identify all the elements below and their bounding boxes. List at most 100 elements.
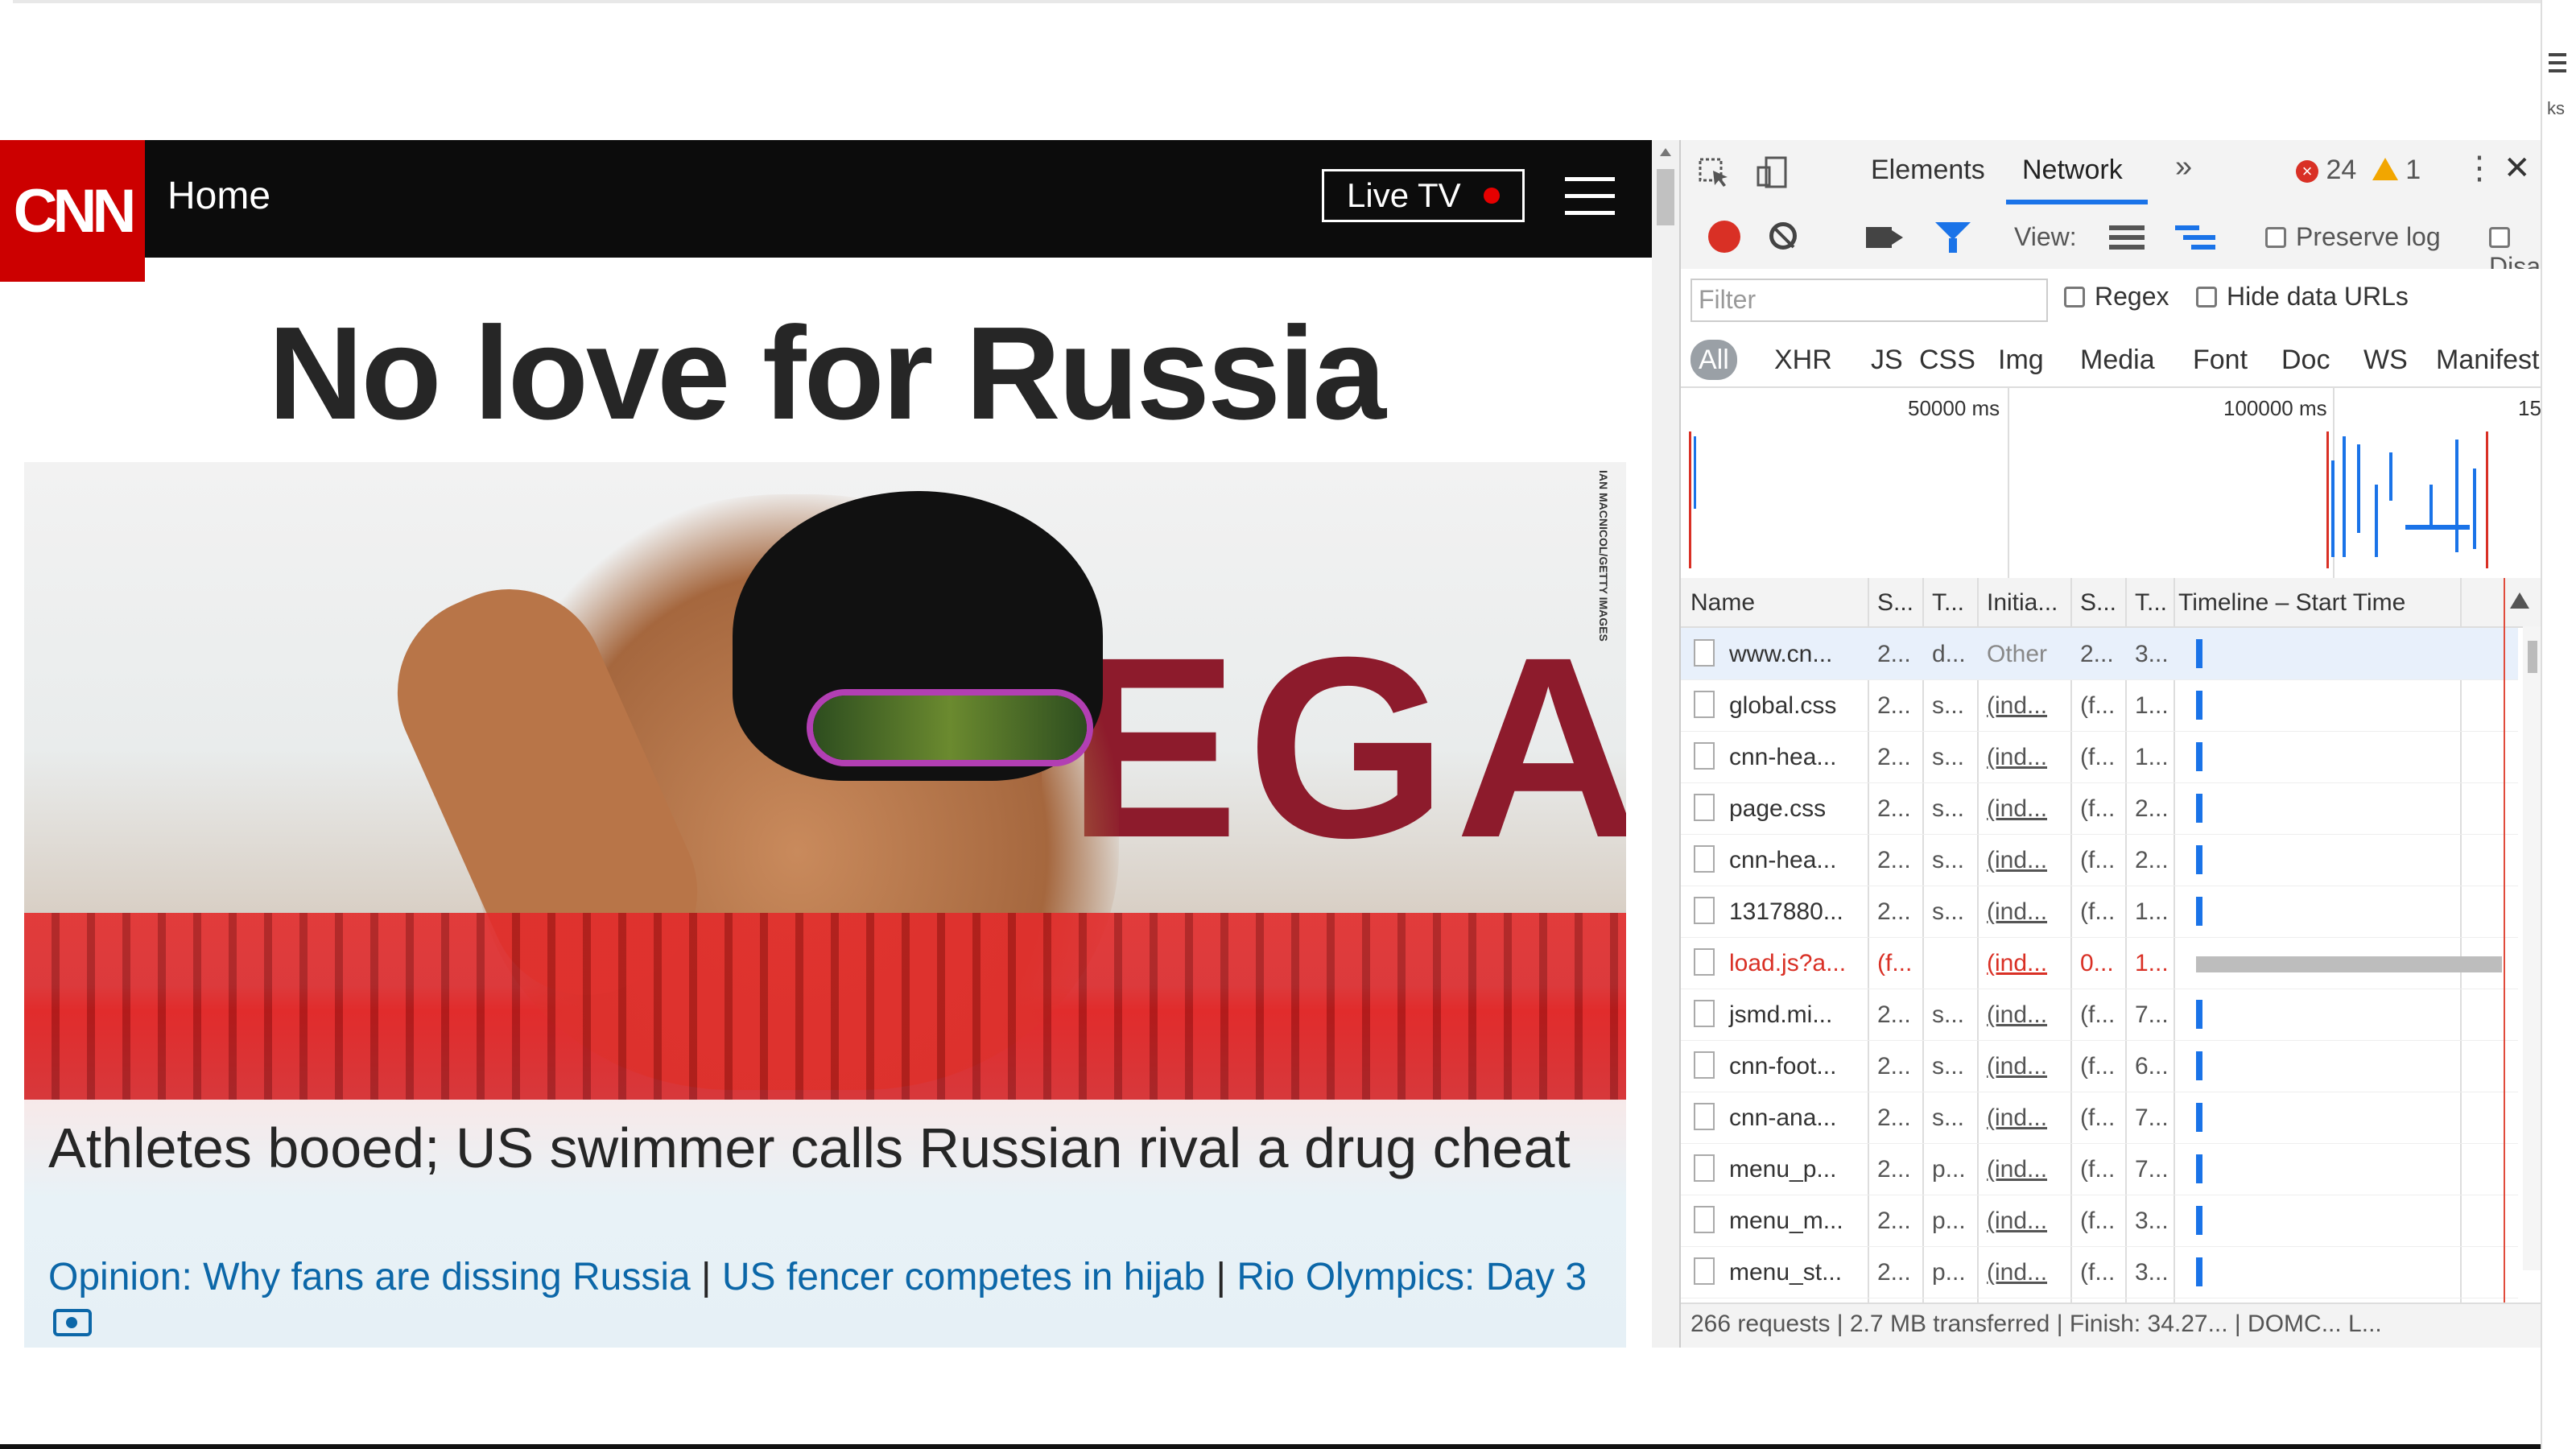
filter-input[interactable]: Filter [1690,279,2048,322]
request-size: (f... [2080,1001,2116,1028]
goggles [813,696,1087,760]
hide-data-urls-toggle[interactable]: Hide data URLs [2196,282,2409,312]
requests-scroll-thumb[interactable] [2528,641,2537,673]
table-row[interactable]: menu_st... 2... p... (ind... (f... 3... [1681,1246,2518,1298]
table-row[interactable]: menu_p... 2... p... (ind... (f... 7... [1681,1143,2518,1195]
type-doc[interactable]: Doc [2281,340,2330,380]
overview-bar [2405,525,2470,530]
scroll-up-arrow-icon[interactable] [1660,148,1671,156]
network-overview[interactable]: 50000 ms 100000 ms 15 [1681,388,2541,580]
nav-home-link[interactable]: Home [167,174,270,218]
request-initiator[interactable]: (ind... [1987,744,2047,771]
request-time: 7... [2135,1156,2169,1183]
col-status[interactable]: S... [1877,589,1913,617]
hide-data-urls-label: Hide data URLs [2227,282,2409,311]
preserve-log-checkbox[interactable] [2265,227,2286,248]
request-type: s... [1932,795,1965,822]
caption-link-opinion[interactable]: Opinion: Why fans are dissing Russia [48,1256,691,1298]
cnn-logo[interactable]: CNN [0,140,145,282]
request-initiator[interactable]: (ind... [1987,1001,2047,1029]
type-font[interactable]: Font [2193,340,2248,380]
type-js[interactable]: JS [1871,340,1903,380]
type-ws[interactable]: WS [2363,340,2408,380]
filter-toggle-icon[interactable] [1935,222,1971,253]
waterfall-bar [2196,1051,2202,1080]
disable-cache-checkbox[interactable] [2489,227,2510,248]
table-row[interactable]: global.css 2... s... (ind... (f... 1... [1681,679,2518,732]
table-row[interactable]: 1317880... 2... s... (ind... (f... 1... [1681,886,2518,938]
request-initiator[interactable]: (ind... [1987,1208,2047,1235]
type-img[interactable]: Img [1998,340,2044,380]
page-scrollbar[interactable] [1652,140,1679,1348]
table-row[interactable]: load.js?a... (f... (ind... 0... 1... [1681,937,2518,989]
tab-elements[interactable]: Elements [1871,155,1985,186]
large-rows-icon[interactable] [2109,225,2145,250]
page-scroll-thumb[interactable] [1657,169,1674,225]
kebab-menu-icon[interactable]: ⋮ [2463,150,2496,187]
request-size: (f... [2080,898,2116,925]
menu-icon[interactable] [2549,53,2566,77]
request-name: menu_p... [1729,1156,1837,1183]
requests-scrollbar[interactable] [2523,626,2541,1270]
table-row[interactable]: www.cn... 2... d... Other 2... 3... [1681,628,2518,680]
overview-icon[interactable] [2175,225,2215,250]
request-type: p... [1932,1208,1966,1234]
request-initiator[interactable]: (ind... [1987,1104,2047,1132]
clear-button[interactable] [1769,222,1797,250]
device-toolbar-icon[interactable] [1755,156,1790,188]
table-row[interactable]: cnn-hea... 2... s... (ind... (f... 2... [1681,834,2518,886]
request-size: (f... [2080,744,2116,770]
request-initiator[interactable]: (ind... [1987,692,2047,720]
more-tabs-button[interactable]: » [2175,150,2192,184]
error-counter[interactable]: × 24 1 [2296,155,2421,186]
preserve-log-toggle[interactable]: Preserve log [2265,222,2441,252]
type-css[interactable]: CSS [1919,340,1975,380]
request-initiator[interactable]: (ind... [1987,847,2047,874]
table-row[interactable]: cnn-hea... 2... s... (ind... (f... 1... [1681,731,2518,783]
request-size: 2... [2080,641,2114,667]
col-size[interactable]: S... [2080,589,2116,617]
caption-title[interactable]: Athletes booed; US swimmer calls Russian… [48,1114,1578,1182]
request-initiator[interactable]: (ind... [1987,950,2047,977]
request-initiator[interactable]: (ind... [1987,1156,2047,1183]
sort-ascending-icon[interactable] [2510,592,2529,609]
hero-image[interactable]: OMEGA IAN MACNICOL/GETTY IMAGES [24,462,1626,1100]
type-all[interactable]: All [1690,340,1737,380]
capture-screenshots-icon[interactable] [1866,227,1903,248]
table-row[interactable]: cnn-ana... 2... s... (ind... (f... 7... [1681,1092,2518,1144]
col-type[interactable]: T... [1932,589,1964,617]
table-row[interactable]: jsmd.mi... 2... s... (ind... (f... 7... [1681,989,2518,1041]
close-devtools-icon[interactable]: ✕ [2504,150,2531,187]
page-headline[interactable]: No love for Russia [0,298,1652,449]
type-xhr[interactable]: XHR [1774,340,1832,380]
regex-toggle[interactable]: Regex [2064,282,2169,312]
tab-network[interactable]: Network [2022,155,2123,186]
hamburger-menu-icon[interactable] [1565,177,1615,215]
type-media[interactable]: Media [2080,340,2155,380]
table-row[interactable]: menu_m... 2... p... (ind... (f... 3... [1681,1195,2518,1247]
request-initiator[interactable]: (ind... [1987,795,2047,823]
table-row[interactable]: page.css 2... s... (ind... (f... 2... [1681,782,2518,835]
live-tv-button[interactable]: Live TV [1322,169,1525,222]
col-timeline[interactable]: Timeline – Start Time [2178,589,2405,617]
table-row[interactable]: cnn-foot... 2... s... (ind... (f... 6... [1681,1040,2518,1092]
view-label: View: [2014,222,2077,251]
request-initiator[interactable]: (ind... [1987,1259,2047,1286]
inspect-element-icon[interactable] [1697,156,1732,188]
waterfall-bar [2196,1103,2202,1132]
request-initiator[interactable]: (ind... [1987,898,2047,926]
request-time: 1... [2135,950,2169,976]
caption-link-rio-day3[interactable]: Rio Olympics: Day 3 [1236,1256,1587,1298]
regex-checkbox[interactable] [2064,287,2085,308]
type-manifest[interactable]: Manifest [2436,340,2540,380]
col-name[interactable]: Name [1690,589,1755,617]
caption-link-fencer[interactable]: US fencer competes in hijab [722,1256,1205,1298]
col-time[interactable]: T... [2135,589,2167,617]
hide-data-urls-checkbox[interactable] [2196,287,2217,308]
network-status-bar: 266 requests | 2.7 MB transferred | Fini… [1681,1302,2541,1348]
request-initiator[interactable]: (ind... [1987,1053,2047,1080]
col-initiator[interactable]: Initia... [1987,589,2058,617]
record-button[interactable] [1708,221,1740,253]
camera-icon[interactable] [53,1309,92,1336]
waterfall-bar [2196,845,2202,874]
